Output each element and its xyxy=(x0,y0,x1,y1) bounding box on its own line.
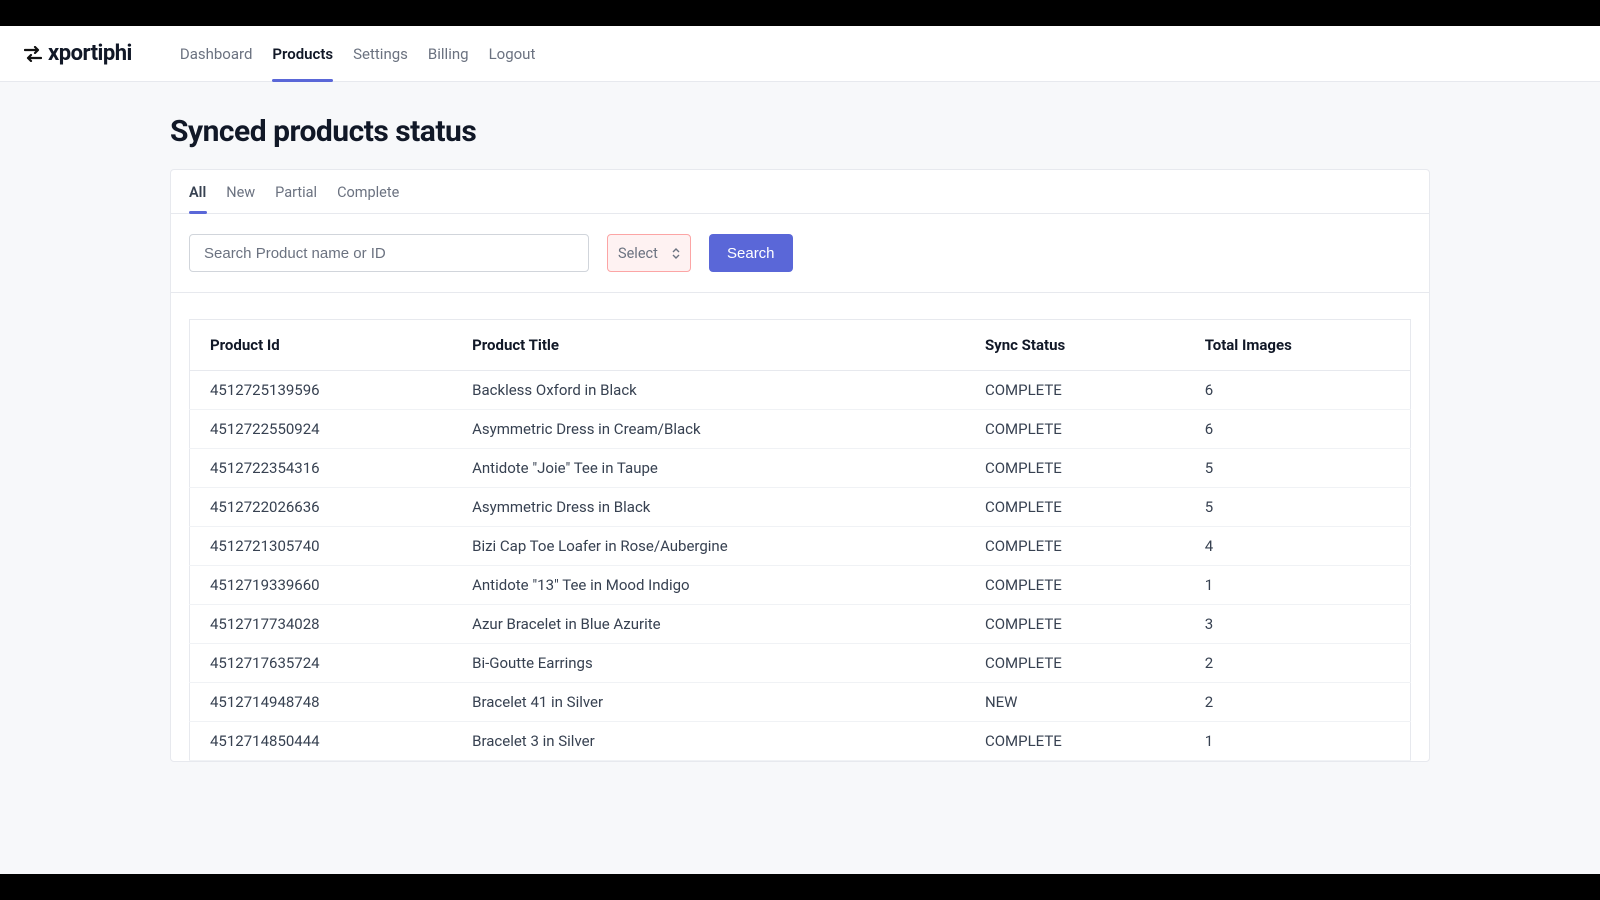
cell-images: 5 xyxy=(1191,449,1411,488)
table-row[interactable]: 4512725139596Backless Oxford in BlackCOM… xyxy=(190,371,1411,410)
cell-images: 1 xyxy=(1191,722,1411,761)
cell-title: Bracelet 41 in Silver xyxy=(458,683,971,722)
cell-images: 6 xyxy=(1191,410,1411,449)
cell-title: Bizi Cap Toe Loafer in Rose/Aubergine xyxy=(458,527,971,566)
filter-tab-new[interactable]: New xyxy=(226,184,255,213)
filter-select[interactable]: Select xyxy=(607,234,691,272)
cell-id: 4512722354316 xyxy=(190,449,459,488)
cell-title: Asymmetric Dress in Cream/Black xyxy=(458,410,971,449)
cell-title: Asymmetric Dress in Black xyxy=(458,488,971,527)
cell-id: 4512717734028 xyxy=(190,605,459,644)
cell-images: 5 xyxy=(1191,488,1411,527)
cell-status: COMPLETE xyxy=(971,605,1191,644)
cell-status: COMPLETE xyxy=(971,566,1191,605)
cell-id: 4512721305740 xyxy=(190,527,459,566)
col-header-product-id: Product Id xyxy=(190,320,459,371)
nav-item-logout[interactable]: Logout xyxy=(489,26,536,81)
search-row: Select Search xyxy=(171,214,1429,293)
cell-status: COMPLETE xyxy=(971,371,1191,410)
nav-items: Dashboard Products Settings Billing Logout xyxy=(180,26,535,81)
letterbox-top xyxy=(0,0,1600,26)
cell-status: COMPLETE xyxy=(971,527,1191,566)
table-row[interactable]: 4512717635724Bi-Goutte EarringsCOMPLETE2 xyxy=(190,644,1411,683)
cell-id: 4512725139596 xyxy=(190,371,459,410)
cell-images: 4 xyxy=(1191,527,1411,566)
cell-status: COMPLETE xyxy=(971,410,1191,449)
filter-tab-complete[interactable]: Complete xyxy=(337,184,399,213)
cell-title: Bracelet 3 in Silver xyxy=(458,722,971,761)
nav-item-products[interactable]: Products xyxy=(272,26,333,81)
cell-id: 4512714948748 xyxy=(190,683,459,722)
search-button[interactable]: Search xyxy=(709,234,793,272)
cell-id: 4512722550924 xyxy=(190,410,459,449)
table-row[interactable]: 4512722550924Asymmetric Dress in Cream/B… xyxy=(190,410,1411,449)
products-card: All New Partial Complete Select Search Prod… xyxy=(170,169,1430,762)
select-label: Select xyxy=(618,245,672,262)
table-row[interactable]: 4512714948748Bracelet 41 in SilverNEW2 xyxy=(190,683,1411,722)
cell-id: 4512714850444 xyxy=(190,722,459,761)
filter-tab-partial[interactable]: Partial xyxy=(275,184,317,213)
table-row[interactable]: 4512722354316Antidote "Joie" Tee in Taup… xyxy=(190,449,1411,488)
nav-item-settings[interactable]: Settings xyxy=(353,26,408,81)
col-header-sync-status: Sync Status xyxy=(971,320,1191,371)
cell-id: 4512717635724 xyxy=(190,644,459,683)
cell-title: Backless Oxford in Black xyxy=(458,371,971,410)
exchange-arrows-icon xyxy=(24,46,42,62)
cell-status: NEW xyxy=(971,683,1191,722)
chevron-updown-icon xyxy=(672,248,680,259)
cell-status: COMPLETE xyxy=(971,722,1191,761)
nav-item-billing[interactable]: Billing xyxy=(428,26,469,81)
cell-status: COMPLETE xyxy=(971,644,1191,683)
cell-images: 1 xyxy=(1191,566,1411,605)
brand-name: xportiphi xyxy=(48,41,132,66)
cell-status: COMPLETE xyxy=(971,488,1191,527)
nav-item-dashboard[interactable]: Dashboard xyxy=(180,26,253,81)
products-table: Product Id Product Title Sync Status Tot… xyxy=(189,319,1411,761)
search-input[interactable] xyxy=(189,234,589,272)
table-row[interactable]: 4512719339660Antidote "13" Tee in Mood I… xyxy=(190,566,1411,605)
cell-title: Azur Bracelet in Blue Azurite xyxy=(458,605,971,644)
filter-tabs: All New Partial Complete xyxy=(171,170,1429,214)
cell-title: Antidote "Joie" Tee in Taupe xyxy=(458,449,971,488)
brand-logo[interactable]: xportiphi xyxy=(24,41,132,66)
top-nav: xportiphi Dashboard Products Settings Billi… xyxy=(0,26,1600,82)
col-header-product-title: Product Title xyxy=(458,320,971,371)
products-table-wrap: Product Id Product Title Sync Status Tot… xyxy=(171,293,1429,761)
table-row[interactable]: 4512721305740Bizi Cap Toe Loafer in Rose… xyxy=(190,527,1411,566)
table-row[interactable]: 4512722026636Asymmetric Dress in BlackCO… xyxy=(190,488,1411,527)
table-row[interactable]: 4512717734028Azur Bracelet in Blue Azuri… xyxy=(190,605,1411,644)
cell-images: 2 xyxy=(1191,644,1411,683)
cell-title: Bi-Goutte Earrings xyxy=(458,644,971,683)
cell-images: 3 xyxy=(1191,605,1411,644)
cell-images: 6 xyxy=(1191,371,1411,410)
letterbox-bottom xyxy=(0,874,1600,900)
cell-id: 4512719339660 xyxy=(190,566,459,605)
filter-tab-all[interactable]: All xyxy=(189,184,206,213)
cell-images: 2 xyxy=(1191,683,1411,722)
cell-status: COMPLETE xyxy=(971,449,1191,488)
table-row[interactable]: 4512714850444Bracelet 3 in SilverCOMPLET… xyxy=(190,722,1411,761)
cell-title: Antidote "13" Tee in Mood Indigo xyxy=(458,566,971,605)
cell-id: 4512722026636 xyxy=(190,488,459,527)
col-header-total-images: Total Images xyxy=(1191,320,1411,371)
page-title: Synced products status xyxy=(170,114,1430,149)
